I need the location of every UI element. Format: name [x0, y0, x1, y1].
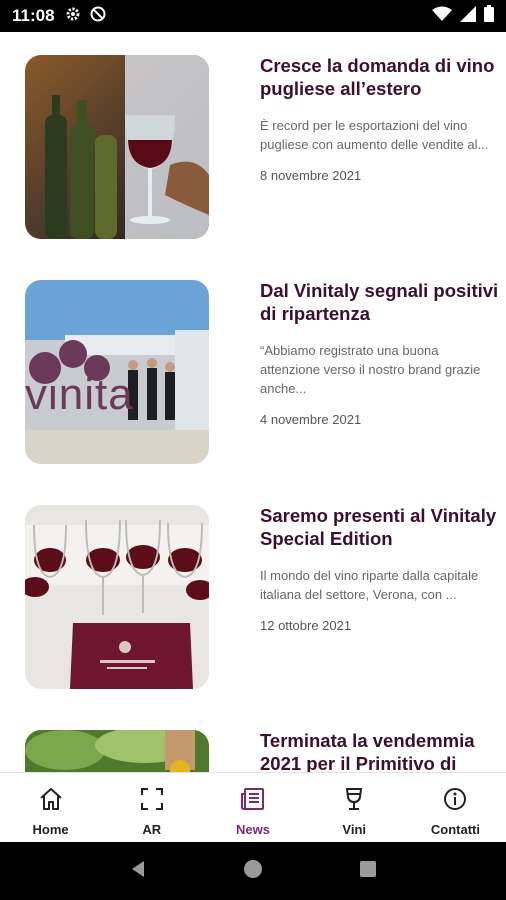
news-title[interactable]: Terminata la vendemmia 2021 per il Primi…: [260, 729, 500, 772]
news-card[interactable]: Cresce la domanda di vino pugliese all’e…: [0, 52, 506, 252]
wine-glass-icon: [341, 786, 367, 817]
bottom-navigation: Home AR News Vini Contatti: [0, 772, 506, 842]
news-card[interactable]: vinita Dal Vinitaly segnali positivi di …: [0, 277, 506, 477]
vinitaly-sign-text: vinita: [25, 370, 134, 419]
news-icon: [240, 786, 266, 817]
settings-gear-icon: [65, 6, 81, 27]
news-thumbnail[interactable]: [25, 505, 209, 689]
news-text: Saremo presenti al Vinitaly Special Edit…: [260, 504, 500, 633]
system-navigation-bar: [0, 842, 506, 900]
recents-icon[interactable]: [357, 858, 379, 885]
home-icon: [38, 786, 64, 817]
no-sync-icon: [89, 5, 107, 28]
home-circle-icon[interactable]: [242, 858, 264, 885]
nav-item-contatti[interactable]: Contatti: [405, 773, 506, 842]
nav-label: News: [236, 822, 270, 837]
news-card[interactable]: Terminata la vendemmia 2021 per il Primi…: [0, 727, 506, 772]
news-excerpt: È record per le esportazioni del vino pu…: [260, 118, 489, 152]
news-date: 8 novembre 2021: [260, 168, 362, 183]
nav-item-ar[interactable]: AR: [101, 773, 202, 842]
nav-label: Vini: [342, 822, 367, 837]
news-thumbnail[interactable]: [25, 55, 209, 239]
nav-label: Home: [32, 822, 69, 837]
news-card[interactable]: Saremo presenti al Vinitaly Special Edit…: [0, 502, 506, 702]
news-title[interactable]: Saremo presenti al Vinitaly Special Edit…: [260, 504, 500, 550]
news-title[interactable]: Dal Vinitaly segnali positivi di riparte…: [260, 279, 500, 325]
status-bar: 11:08: [0, 0, 506, 32]
nav-label: AR: [142, 822, 162, 837]
news-date: 12 ottobre 2021: [260, 618, 352, 633]
battery-icon: [484, 5, 494, 27]
news-excerpt: “Abbiamo registrato una buona attenzione…: [260, 343, 481, 396]
signal-icon: [460, 5, 476, 27]
news-title[interactable]: Cresce la domanda di vino pugliese all’e…: [260, 54, 500, 100]
news-text: Terminata la vendemmia 2021 per il Primi…: [260, 729, 500, 772]
news-feed[interactable]: Cresce la domanda di vino pugliese all’e…: [0, 32, 506, 772]
info-icon: [442, 786, 468, 817]
nav-item-news[interactable]: News: [202, 773, 303, 842]
nav-item-vini[interactable]: Vini: [304, 773, 405, 842]
nav-label: Contatti: [430, 822, 480, 837]
status-time: 11:08: [12, 6, 55, 25]
news-date: 4 novembre 2021: [260, 412, 362, 427]
news-text: Dal Vinitaly segnali positivi di riparte…: [260, 279, 500, 427]
ar-scan-icon: [139, 786, 165, 817]
news-text: Cresce la domanda di vino pugliese all’e…: [260, 54, 500, 183]
back-icon[interactable]: [127, 858, 149, 885]
news-excerpt: Il mondo del vino riparte dalla capitale…: [260, 568, 479, 602]
news-thumbnail[interactable]: [25, 730, 209, 772]
nav-item-home[interactable]: Home: [0, 773, 101, 842]
news-thumbnail[interactable]: vinita: [25, 280, 209, 464]
wifi-icon: [432, 6, 452, 27]
